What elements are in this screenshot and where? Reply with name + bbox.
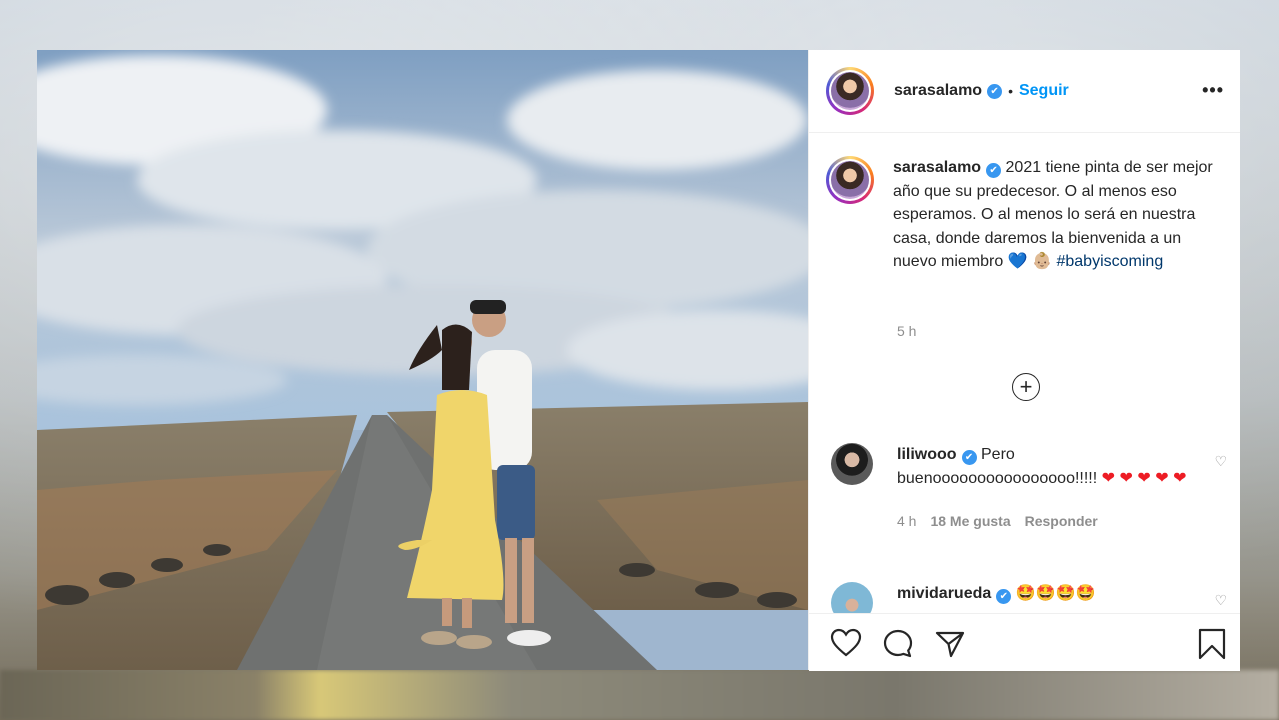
reply-button[interactable]: Responder bbox=[1025, 510, 1098, 534]
caption-block: sarasalamo ✔ 2021 tiene pinta de ser mejo… bbox=[826, 156, 1226, 274]
author-username[interactable]: sarasalamo bbox=[894, 82, 982, 100]
hashtag-link[interactable]: #babyiscoming bbox=[1056, 253, 1163, 270]
post-side-panel: sarasalamo ✔ • Seguir ••• sarasalamo ✔ 20… bbox=[808, 50, 1240, 671]
action-bar bbox=[809, 613, 1240, 671]
avatar-image bbox=[831, 161, 869, 199]
avatar-image bbox=[831, 72, 869, 110]
verified-badge-icon: ✔ bbox=[987, 83, 1003, 99]
instagram-post-card: sarasalamo ✔ • Seguir ••• sarasalamo ✔ 20… bbox=[37, 50, 1240, 671]
post-photo[interactable] bbox=[37, 50, 808, 670]
comment-bubble-icon[interactable] bbox=[882, 628, 914, 660]
separator-dot: • bbox=[1008, 83, 1013, 99]
verified-badge-icon: ✔ bbox=[986, 163, 1002, 179]
comment-text: 🤩🤩🤩🤩 bbox=[1015, 585, 1096, 602]
commenter-avatar[interactable] bbox=[831, 443, 873, 485]
verified-badge-icon: ✔ bbox=[961, 450, 977, 466]
commenter-username[interactable]: mividarueda bbox=[897, 585, 991, 602]
load-more-comments-button[interactable]: + bbox=[1012, 373, 1040, 401]
commenter-username[interactable]: liliwooo bbox=[897, 446, 957, 463]
baby-emoji: 👶🏼 bbox=[1032, 253, 1053, 270]
comment-body: liliwooo ✔ Pero buenoooooooooooooooo!!!!!… bbox=[897, 443, 1187, 534]
background-bottom-strip bbox=[0, 670, 1279, 720]
comment-item: liliwooo ✔ Pero buenoooooooooooooooo!!!!!… bbox=[831, 443, 1227, 534]
follow-button[interactable]: Seguir bbox=[1019, 82, 1069, 100]
caption-timestamp[interactable]: 5 h bbox=[897, 323, 916, 339]
photo-illustration bbox=[37, 50, 808, 670]
heart-outline-icon[interactable] bbox=[830, 628, 862, 658]
red-hearts-emoji: ❤ ❤ ❤ ❤ ❤ bbox=[1101, 469, 1187, 487]
author-avatar[interactable] bbox=[826, 67, 874, 115]
post-header: sarasalamo ✔ • Seguir ••• bbox=[809, 50, 1240, 133]
comment-time[interactable]: 4 h bbox=[897, 510, 916, 534]
blue-heart-emoji: 💙 bbox=[1007, 253, 1028, 270]
verified-badge-icon: ✔ bbox=[996, 589, 1012, 605]
comment-meta: 4 h 18 Me gusta Responder bbox=[897, 510, 1187, 534]
caption-avatar[interactable] bbox=[826, 156, 874, 204]
caption-username[interactable]: sarasalamo bbox=[893, 159, 981, 176]
more-options-icon[interactable]: ••• bbox=[1202, 80, 1224, 101]
comment-like-icon[interactable]: ♡ bbox=[1214, 453, 1227, 470]
caption-text-block: sarasalamo ✔ 2021 tiene pinta de ser mejo… bbox=[893, 156, 1213, 274]
comment-like-icon[interactable]: ♡ bbox=[1214, 592, 1227, 609]
comment-likes[interactable]: 18 Me gusta bbox=[930, 510, 1010, 534]
bookmark-icon[interactable] bbox=[1197, 628, 1227, 660]
paper-plane-icon[interactable] bbox=[934, 628, 966, 660]
